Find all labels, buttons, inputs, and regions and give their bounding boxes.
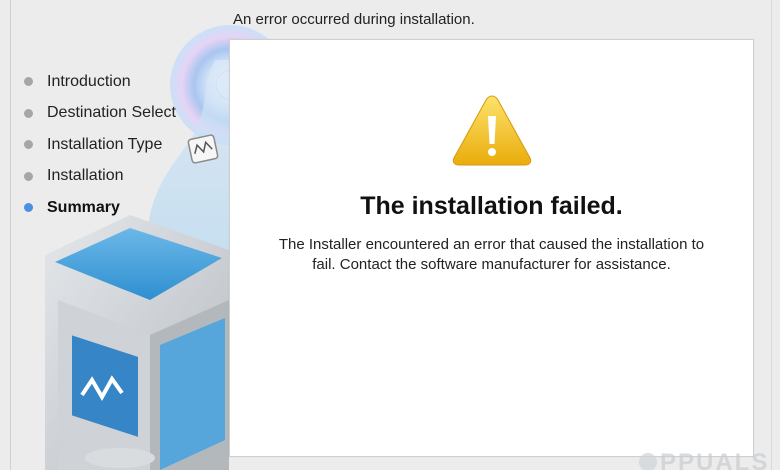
installer-window: An error occurred during installation. I… [0,0,780,470]
appuals-watermark-logo: PPUALS [639,449,769,470]
step-bullet [24,171,33,181]
step-label: Destination Select [47,104,176,122]
summary-panel: The installation failed. The Installer e… [229,39,754,457]
step-bullet [24,140,33,150]
sidebar-step-installation: Installation [24,161,176,193]
step-bullet [24,108,33,118]
svg-text:PPUALS: PPUALS [660,449,769,470]
sidebar-step-introduction: Introduction [24,66,176,98]
sidebar-step-installation-type: Installation Type [24,129,176,161]
step-label: Introduction [47,72,131,90]
window-right-edge [771,0,772,470]
step-label: Installation Type [47,135,163,153]
step-bullet [24,77,33,87]
sidebar-step-summary: Summary [24,192,176,224]
step-label: Summary [47,198,120,216]
step-label: Installation [47,167,124,185]
window-left-edge [10,0,11,470]
step-bullet-current [24,203,33,213]
error-header-message: An error occurred during installation. [233,11,475,28]
installation-failed-description: The Installer encountered an error that … [278,236,705,273]
installation-failed-title: The installation failed. [360,192,623,220]
warning-icon [452,95,532,166]
sidebar-step-destination-select: Destination Select [24,98,176,130]
installer-steps-sidebar: Introduction Destination Select Installa… [24,66,176,224]
